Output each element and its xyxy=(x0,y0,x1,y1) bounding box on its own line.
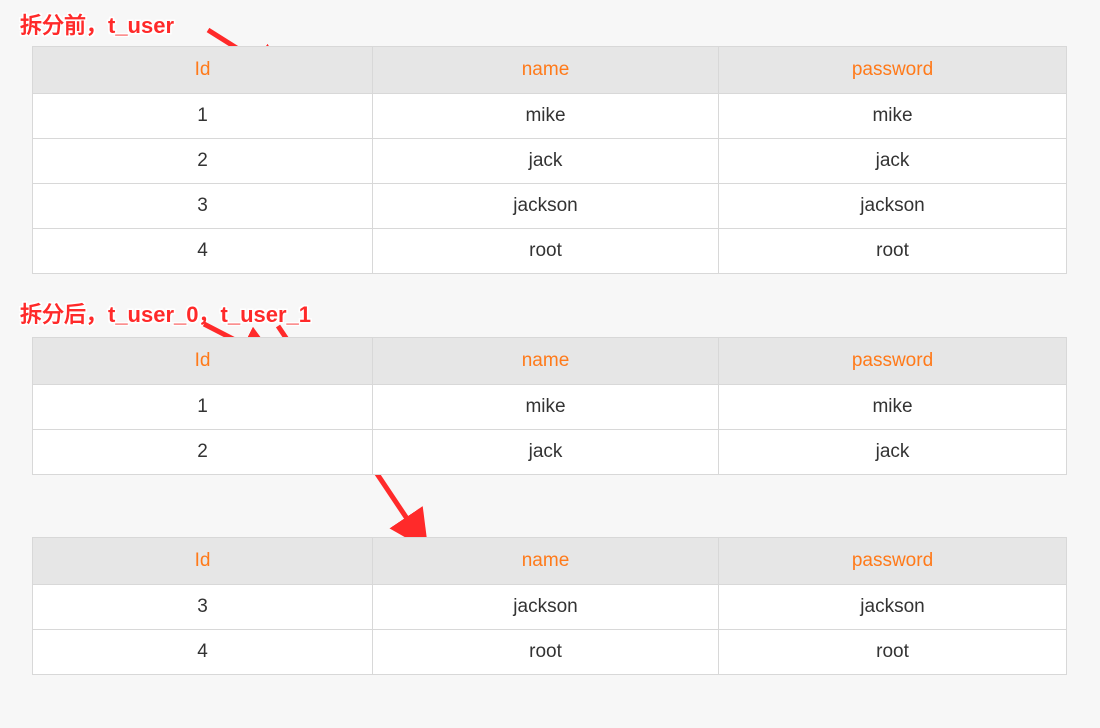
table-row: 4 root root xyxy=(33,630,1067,675)
cell-pw: mike xyxy=(719,385,1067,430)
col-name: name xyxy=(373,538,719,585)
cell-name: jackson xyxy=(373,585,719,630)
diagram-root: { "labels": { "before": "拆分前，t_user", "a… xyxy=(0,0,1100,728)
table-before: Id name password 1 mike mike 2 jack jack… xyxy=(32,46,1067,274)
cell-id: 1 xyxy=(33,94,373,139)
cell-pw: jackson xyxy=(719,585,1067,630)
cell-id: 2 xyxy=(33,430,373,475)
table-header-row: Id name password xyxy=(33,338,1067,385)
cell-name: root xyxy=(373,630,719,675)
col-name: name xyxy=(373,338,719,385)
cell-id: 2 xyxy=(33,139,373,184)
cell-pw: root xyxy=(719,229,1067,274)
cell-name: mike xyxy=(373,94,719,139)
table-split1: Id name password 3 jackson jackson 4 roo… xyxy=(32,537,1067,675)
cell-pw: jack xyxy=(719,139,1067,184)
col-id: Id xyxy=(33,538,373,585)
col-password: password xyxy=(719,538,1067,585)
cell-id: 3 xyxy=(33,585,373,630)
table-header-row: Id name password xyxy=(33,47,1067,94)
table-row: 2 jack jack xyxy=(33,139,1067,184)
label-before-split: 拆分前，t_user xyxy=(20,8,174,40)
table-split0: Id name password 1 mike mike 2 jack jack xyxy=(32,337,1067,475)
cell-pw: jack xyxy=(719,430,1067,475)
cell-pw: mike xyxy=(719,94,1067,139)
col-id: Id xyxy=(33,47,373,94)
cell-pw: jackson xyxy=(719,184,1067,229)
cell-id: 3 xyxy=(33,184,373,229)
table-row: 1 mike mike xyxy=(33,94,1067,139)
table-header-row: Id name password xyxy=(33,538,1067,585)
cell-id: 4 xyxy=(33,630,373,675)
col-password: password xyxy=(719,338,1067,385)
table-row: 3 jackson jackson xyxy=(33,585,1067,630)
cell-pw: root xyxy=(719,630,1067,675)
table-row: 1 mike mike xyxy=(33,385,1067,430)
cell-name: mike xyxy=(373,385,719,430)
col-password: password xyxy=(719,47,1067,94)
table-row: 3 jackson jackson xyxy=(33,184,1067,229)
cell-name: jack xyxy=(373,430,719,475)
cell-id: 1 xyxy=(33,385,373,430)
table-row: 2 jack jack xyxy=(33,430,1067,475)
col-id: Id xyxy=(33,338,373,385)
cell-name: jack xyxy=(373,139,719,184)
col-name: name xyxy=(373,47,719,94)
cell-id: 4 xyxy=(33,229,373,274)
cell-name: root xyxy=(373,229,719,274)
label-after-split: 拆分后，t_user_0，t_user_1 xyxy=(20,297,311,329)
cell-name: jackson xyxy=(373,184,719,229)
table-row: 4 root root xyxy=(33,229,1067,274)
